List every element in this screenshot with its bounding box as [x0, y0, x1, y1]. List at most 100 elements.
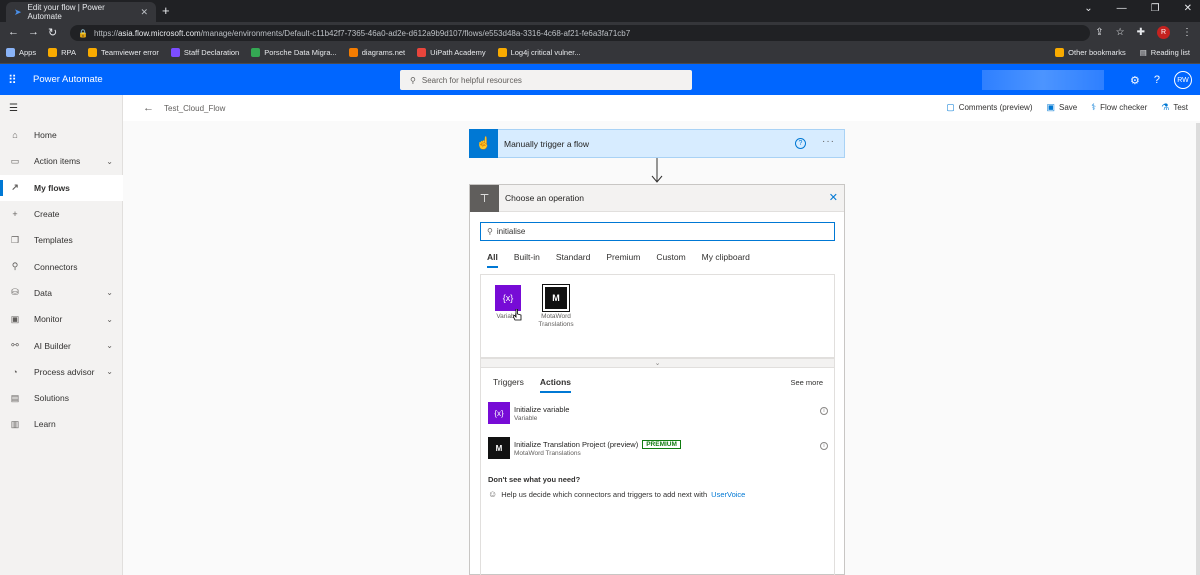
environment-selector[interactable] [982, 70, 1104, 90]
close-icon[interactable]: ✕ [829, 191, 838, 204]
bookmark-item[interactable]: Log4j critical vulner... [497, 48, 581, 57]
chevron-down-icon[interactable]: ⌄ [106, 157, 113, 166]
bookmarks-bar: Apps RPA Teamviewer error Staff Declaration… [0, 44, 1200, 64]
stethoscope-icon: ⚕ [1091, 102, 1097, 112]
action-initialize-translation-project[interactable]: M Initialize Translation Project (previe… [488, 436, 828, 460]
action-title: Initialize variable [514, 404, 570, 414]
chevron-down-icon[interactable]: ⌄ [106, 315, 113, 324]
back-arrow-icon[interactable]: ← [8, 26, 19, 38]
reload-icon[interactable]: ↻ [48, 26, 57, 39]
sidebar-item-connectors[interactable]: ⚲ Connectors [0, 253, 123, 279]
sidebar-item-home[interactable]: ⌂ Home [0, 122, 123, 148]
reading-list[interactable]: ▤ Reading list [1140, 48, 1190, 57]
more-options-icon[interactable]: ··· [822, 136, 835, 147]
chevron-down-icon[interactable]: ⌄ [106, 341, 113, 350]
variable-icon: {x} [495, 285, 521, 311]
motaword-icon: M [488, 437, 510, 459]
see-more-link[interactable]: See more [790, 378, 823, 387]
sidebar-item-data[interactable]: ⛁ Data ⌄ [0, 280, 123, 306]
bookmark-icon [87, 48, 97, 57]
sidebar-item-label: Solutions [34, 393, 69, 404]
canvas-scrollbar[interactable] [1196, 123, 1200, 575]
clipboard-icon: ▭ [10, 155, 20, 166]
tab-all[interactable]: All [487, 252, 498, 268]
hamburger-menu-icon[interactable]: ☰ [9, 103, 18, 114]
action-initialize-variable[interactable]: {x} Initialize variable Variable i [488, 401, 828, 425]
back-arrow-icon[interactable]: ← [143, 102, 154, 114]
user-avatar[interactable]: RW [1174, 71, 1192, 89]
plus-icon: + [12, 209, 18, 220]
sidebar-item-label: Action items [34, 156, 81, 167]
bookmark-item[interactable]: Staff Declaration [170, 48, 239, 57]
tab-standard[interactable]: Standard [556, 252, 591, 268]
operation-search-field[interactable] [496, 227, 817, 236]
collapse-connectors-bar[interactable]: ⌄ [480, 358, 835, 368]
help-icon[interactable]: ? [1154, 74, 1160, 86]
close-tab-icon[interactable]: ✕ [140, 7, 148, 18]
sidebar-item-create[interactable]: + Create [0, 201, 123, 227]
test-button[interactable]: ⚗ Test [1161, 102, 1188, 113]
minimize-icon[interactable]: — [1117, 3, 1127, 14]
tab-my-clipboard[interactable]: My clipboard [702, 252, 750, 268]
bookmark-item[interactable]: Porsche Data Migra... [251, 48, 337, 57]
tab-triggers[interactable]: Triggers [493, 377, 524, 393]
sidebar-item-templates[interactable]: ❒ Templates [0, 227, 123, 253]
connector-motaword[interactable]: M MotaWord Translations [533, 284, 579, 329]
new-tab-icon[interactable]: + [162, 3, 170, 18]
actions-panel: Triggers Actions See more {x} Initialize … [480, 368, 835, 575]
tab-actions[interactable]: Actions [539, 377, 572, 393]
operation-search-input[interactable]: ⚲ [480, 222, 835, 241]
browser-toolbar-right: ⇪ ☆ ✚ R ⋮ [1095, 26, 1192, 39]
app-name[interactable]: Power Automate [33, 74, 103, 85]
bookmark-item[interactable]: UiPath Academy [417, 48, 486, 57]
extensions-icon[interactable]: ✚ [1137, 27, 1145, 38]
sidebar-item-monitor[interactable]: ▣ Monitor ⌄ [0, 306, 123, 332]
app-launcher-icon[interactable]: ⠿ [8, 73, 17, 87]
sidebar-item-solutions[interactable]: ▤ Solutions [0, 385, 123, 411]
browser-tab[interactable]: ➤ Edit your flow | Power Automate ✕ [6, 2, 156, 22]
help-text: Help us decide which connectors and trig… [501, 489, 708, 499]
settings-gear-icon[interactable]: ⚙ [1130, 74, 1140, 87]
close-window-icon[interactable]: ✕ [1184, 3, 1192, 14]
star-icon[interactable]: ☆ [1116, 27, 1125, 38]
tab-custom[interactable]: Custom [656, 252, 685, 268]
bookmark-item[interactable]: RPA [48, 48, 76, 57]
tab-premium[interactable]: Premium [606, 252, 640, 268]
help-circle-icon[interactable]: ? [795, 138, 806, 149]
flow-checker-button[interactable]: ⚕ Flow checker [1091, 102, 1147, 113]
choose-operation-card: ⊤ Choose an operation ✕ ⚲ All Built-in Sta… [469, 184, 845, 575]
chevron-down-icon[interactable]: ⌄ [1084, 3, 1092, 14]
profile-avatar[interactable]: R [1157, 26, 1170, 39]
sidebar-item-my-flows[interactable]: ↗ My flows [0, 174, 123, 201]
bookmark-item[interactable]: Apps [6, 48, 36, 57]
reading-list-label: Reading list [1150, 48, 1190, 57]
forward-arrow-icon[interactable]: → [28, 26, 39, 38]
comments-button[interactable]: ▢ Comments (preview) [946, 102, 1032, 113]
tab-built-in[interactable]: Built-in [514, 252, 540, 268]
sidebar-item-action-items[interactable]: ▭ Action items ⌄ [0, 148, 123, 174]
bookmark-label: Log4j critical vulner... [510, 48, 581, 57]
menu-dots-icon[interactable]: ⋮ [1182, 27, 1192, 38]
chevron-down-icon[interactable]: ⌄ [106, 288, 113, 297]
url-field[interactable]: 🔒 https://asia.flow.microsoft.com/manage… [70, 25, 1090, 41]
chevron-down-icon[interactable]: ⌄ [106, 367, 113, 376]
uservoice-link[interactable]: UserVoice [711, 490, 745, 499]
flow-name: Test_Cloud_Flow [164, 104, 226, 113]
connector-variable[interactable]: {x} Variable [485, 285, 531, 321]
trigger-card[interactable]: ☝ Manually trigger a flow ? ··· [469, 128, 845, 158]
comment-icon: ▢ [946, 102, 955, 112]
maximize-icon[interactable]: ❐ [1151, 3, 1160, 14]
tab-title: Edit your flow | Power Automate [27, 3, 105, 21]
info-icon[interactable]: i [820, 442, 828, 450]
info-icon[interactable]: i [820, 407, 828, 415]
solutions-icon: ▤ [10, 392, 20, 403]
share-icon[interactable]: ⇪ [1095, 27, 1103, 38]
bookmark-item[interactable]: diagrams.net [348, 48, 405, 57]
search-box[interactable]: ⚲ Search for helpful resources [400, 70, 692, 90]
bookmark-item[interactable]: Teamviewer error [87, 48, 159, 57]
other-bookmarks[interactable]: Other bookmarks [1055, 48, 1126, 57]
sidebar-item-process-advisor[interactable]: ◔ Process advisor ⌄ [0, 359, 123, 385]
sidebar-item-learn[interactable]: ▥ Learn [0, 411, 123, 437]
sidebar-item-ai-builder[interactable]: ⚯ AI Builder ⌄ [0, 332, 123, 358]
save-button[interactable]: ▣ Save [1047, 102, 1078, 113]
